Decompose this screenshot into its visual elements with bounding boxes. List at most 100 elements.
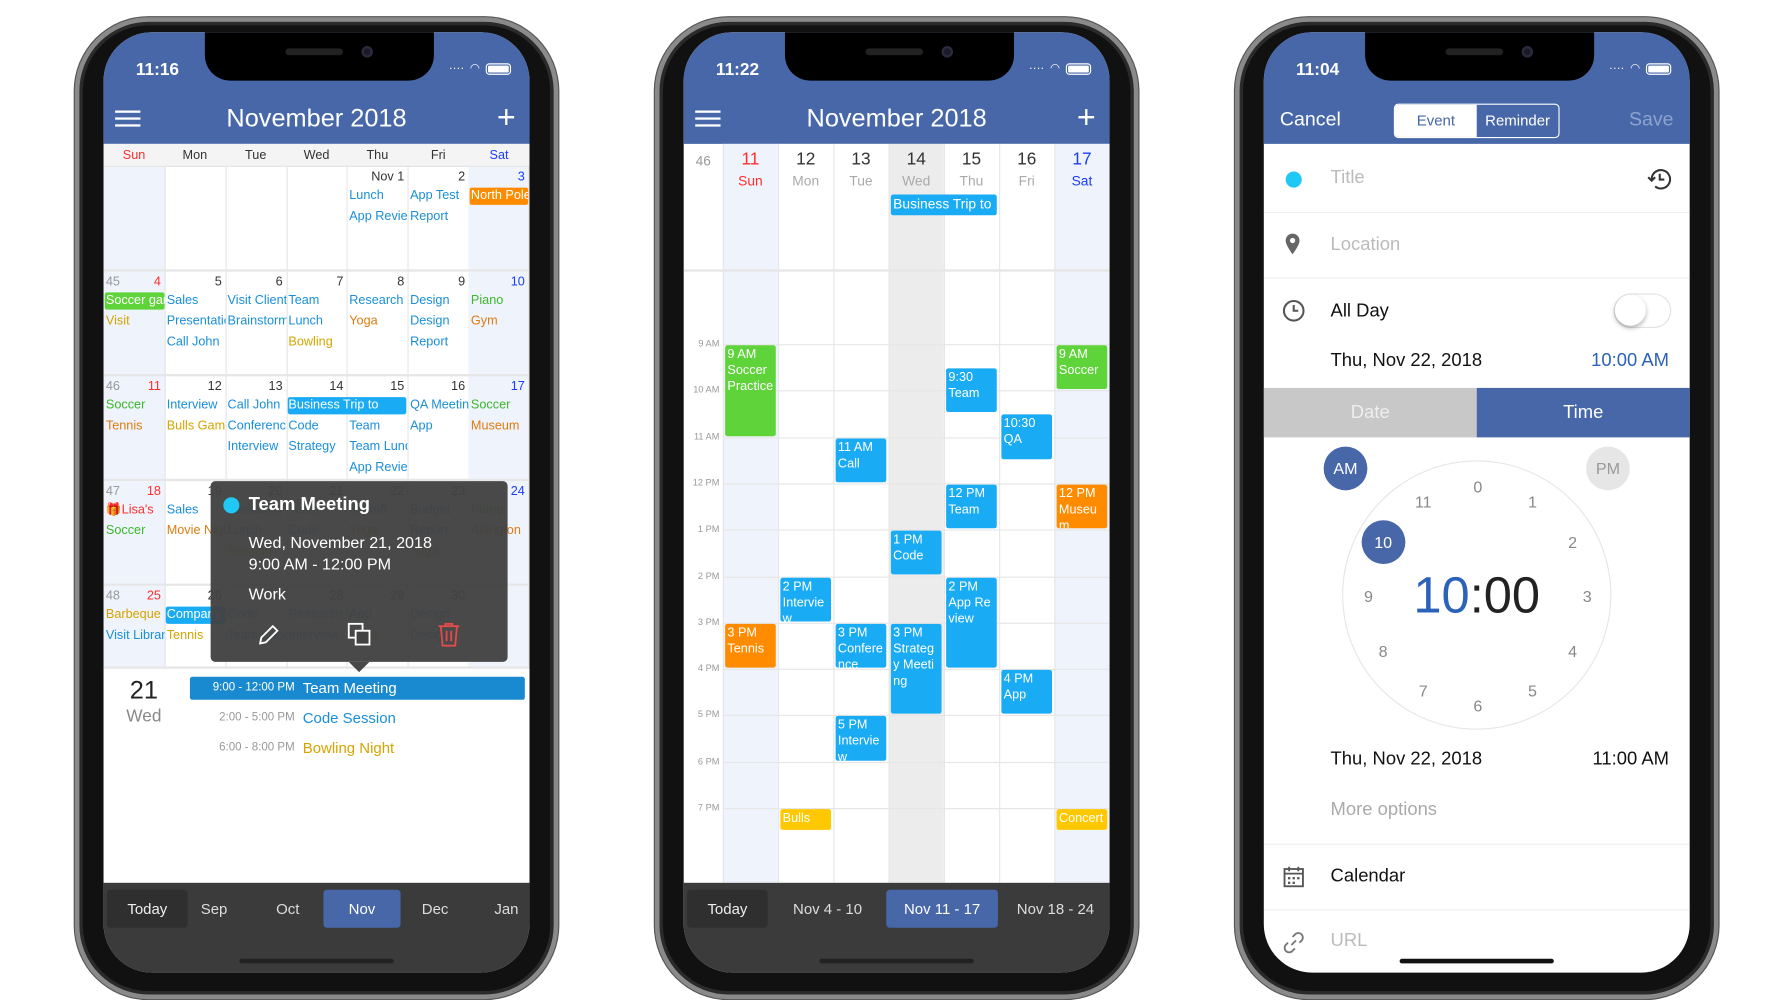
day-column[interactable] bbox=[722, 143, 779, 883]
url-input[interactable]: URL bbox=[1331, 931, 1368, 952]
month-event[interactable]: Visit Library bbox=[105, 627, 165, 644]
week-event[interactable]: 9 AM Soccer bbox=[1056, 345, 1108, 390]
day-cell[interactable] bbox=[286, 166, 349, 272]
week-event[interactable]: 1 PM Code bbox=[890, 530, 942, 575]
day-cell[interactable]: 12 Interview Bulls Game bbox=[164, 376, 227, 482]
tab-dec[interactable]: Dec bbox=[412, 890, 458, 928]
day-cell[interactable]: 6 Visit Client Brainstorm bbox=[225, 271, 288, 377]
clock-hour-2[interactable]: 2 bbox=[1561, 530, 1584, 553]
week-event[interactable]: Bulls bbox=[780, 809, 832, 831]
plus-icon[interactable]: + bbox=[1077, 101, 1096, 133]
tab-sep[interactable]: Sep bbox=[191, 890, 237, 928]
tab-date[interactable]: Date bbox=[1263, 387, 1477, 438]
month-event[interactable]: 🎁Lisa's bbox=[105, 502, 165, 519]
tab-oct[interactable]: Oct bbox=[265, 890, 311, 928]
month-event[interactable]: Design bbox=[409, 292, 469, 309]
week-event[interactable]: 12 PM Museum bbox=[1056, 484, 1108, 529]
month-event[interactable]: Museum bbox=[470, 418, 529, 435]
month-event[interactable]: Barbeque bbox=[105, 607, 165, 624]
day-cell[interactable]: 8 Research Yoga bbox=[346, 271, 409, 377]
month-event[interactable]: Team bbox=[348, 418, 408, 435]
clock-hour-8[interactable]: 8 bbox=[1372, 639, 1395, 662]
month-event[interactable]: Bulls Game bbox=[166, 418, 226, 435]
day-cell[interactable]: 2 App Test Report bbox=[407, 166, 470, 272]
month-event[interactable]: Presentation bbox=[166, 313, 226, 330]
day-cell[interactable]: 17 Soccer Museum bbox=[468, 376, 530, 482]
tab-time[interactable]: Time bbox=[1476, 387, 1690, 438]
day-column[interactable] bbox=[778, 143, 834, 883]
clock-face[interactable]: 10:00 0 1 2 3 4 5 6 7 8 9 10 11 bbox=[1342, 460, 1612, 730]
week-event[interactable]: Concert bbox=[1056, 809, 1108, 831]
week-event[interactable]: 3 PM Conference bbox=[835, 623, 887, 668]
day-cell[interactable]: 10 Piano Gym bbox=[468, 271, 530, 377]
pm-button[interactable]: PM bbox=[1586, 446, 1630, 491]
clock-hour-9[interactable]: 9 bbox=[1357, 585, 1380, 608]
day-cell[interactable]: 46 11 Soccer Tennis bbox=[103, 376, 166, 482]
end-date[interactable]: Thu, Nov 22, 2018 bbox=[1331, 749, 1483, 770]
month-event[interactable]: Call John bbox=[226, 397, 286, 414]
month-event[interactable]: Team Lunch bbox=[348, 439, 408, 456]
month-event[interactable]: Piano bbox=[470, 292, 529, 309]
day-cell[interactable]: 45 4 Soccer game Visit bbox=[103, 271, 166, 377]
day-cell[interactable]: 3 North Pole bbox=[468, 166, 530, 272]
clock-hour-0[interactable]: 0 bbox=[1466, 475, 1489, 498]
week-event[interactable]: 4 PM App bbox=[1001, 669, 1053, 715]
month-event[interactable]: Tennis bbox=[105, 418, 165, 435]
day-cell[interactable] bbox=[164, 166, 227, 272]
month-event[interactable]: Lunch bbox=[287, 313, 347, 330]
tab-today[interactable]: Today bbox=[687, 889, 768, 928]
day-cell[interactable]: 14 Business Trip to Code Strategy bbox=[286, 376, 407, 482]
day-cell[interactable]: 15 Team Team Lunch App Review bbox=[346, 376, 409, 482]
month-event[interactable]: Soccer bbox=[470, 397, 529, 414]
calendar-row[interactable]: Calendar bbox=[1331, 867, 1406, 888]
month-event[interactable]: Gym bbox=[470, 313, 529, 330]
month-event[interactable]: Soccer bbox=[105, 523, 165, 540]
agenda-event[interactable]: 9:00 - 12:00 PM Team Meeting bbox=[189, 676, 525, 700]
day-column[interactable] bbox=[833, 143, 889, 883]
calendar-color-dot[interactable] bbox=[1285, 171, 1302, 188]
month-event[interactable]: Bowling bbox=[287, 334, 347, 351]
month-event[interactable]: Interview bbox=[166, 397, 226, 414]
month-event[interactable]: Interview bbox=[226, 439, 286, 456]
week-event[interactable]: 10:30 QA bbox=[1001, 414, 1053, 459]
month-event[interactable]: North Pole bbox=[469, 187, 529, 205]
tab-today[interactable]: Today bbox=[107, 889, 188, 928]
month-event[interactable]: Report bbox=[409, 208, 469, 225]
cancel-button[interactable]: Cancel bbox=[1280, 108, 1341, 131]
clock-hour-5[interactable]: 5 bbox=[1521, 679, 1544, 702]
day-cell[interactable]: 48 25 Barbeque Visit Library bbox=[103, 585, 166, 669]
day-cell[interactable]: 16 QA Meeting App bbox=[407, 376, 470, 482]
month-event[interactable]: Yoga bbox=[348, 313, 408, 330]
month-event[interactable]: Business Trip to bbox=[287, 397, 407, 415]
week-event[interactable]: 3 PM Strategy Meeting bbox=[890, 623, 942, 715]
month-event[interactable]: App Test bbox=[409, 188, 469, 205]
week-event[interactable]: 9 AM Soccer Practice bbox=[725, 345, 776, 436]
tab-jan[interactable]: Jan bbox=[483, 890, 529, 928]
week-event[interactable]: 2 PM Interview bbox=[780, 577, 832, 622]
edit-pencil-icon[interactable] bbox=[257, 624, 280, 647]
clock-hour-7[interactable]: 7 bbox=[1412, 679, 1435, 702]
month-event[interactable]: App Review bbox=[348, 459, 408, 476]
clock-hour-11[interactable]: 11 bbox=[1412, 490, 1435, 513]
month-event[interactable]: Team bbox=[287, 292, 347, 309]
week-event[interactable]: 12 PM Team bbox=[946, 484, 997, 529]
day-cell[interactable] bbox=[225, 166, 288, 272]
month-event[interactable]: App bbox=[409, 418, 469, 435]
month-event[interactable]: Code bbox=[287, 418, 347, 435]
week-event[interactable]: 5 PM Interview bbox=[835, 716, 887, 761]
month-event[interactable]: Visit bbox=[105, 313, 165, 330]
week-event[interactable]: 2 PM App Review bbox=[946, 577, 997, 668]
month-event[interactable]: Design bbox=[409, 313, 469, 330]
month-event[interactable]: Brainstorm bbox=[226, 313, 287, 330]
agenda-event[interactable]: 6:00 - 8:00 PM Bowling Night bbox=[190, 737, 525, 760]
save-button[interactable]: Save bbox=[1629, 108, 1674, 131]
history-icon[interactable] bbox=[1646, 167, 1672, 192]
month-event[interactable]: QA Meeting bbox=[409, 397, 469, 414]
clock-hour-10[interactable]: 10 bbox=[1361, 519, 1406, 564]
delete-trash-icon[interactable] bbox=[437, 622, 460, 647]
agenda-event[interactable]: 2:00 - 5:00 PM Code Session bbox=[190, 707, 525, 730]
location-input[interactable]: Location bbox=[1331, 235, 1401, 256]
plus-icon[interactable]: + bbox=[497, 101, 516, 133]
week-event[interactable]: 11 AM Call bbox=[835, 438, 887, 483]
month-event[interactable]: Visit Client bbox=[226, 292, 287, 309]
